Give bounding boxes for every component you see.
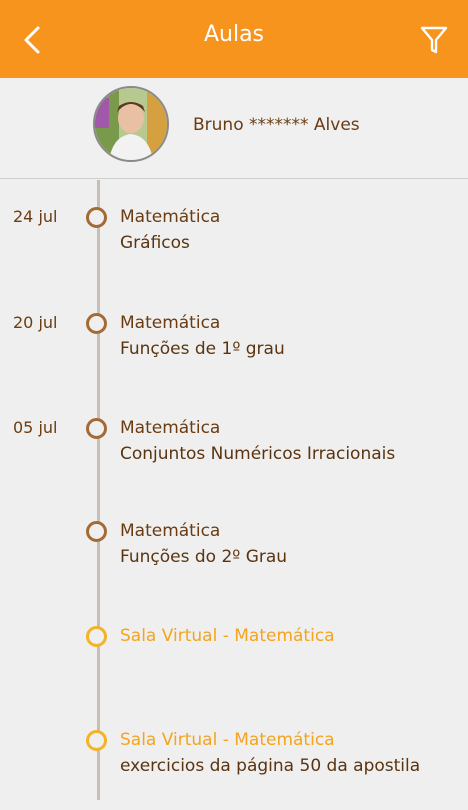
- lesson-date: 05 jul: [13, 418, 58, 437]
- timeline-dot-icon: [86, 521, 107, 542]
- lesson-item[interactable]: 05 jul Matemática Conjuntos Numéricos Ir…: [0, 418, 468, 498]
- timeline-dot-icon: [86, 730, 107, 751]
- avatar: [93, 86, 169, 162]
- timeline-dot-icon: [86, 207, 107, 228]
- timeline-dot-icon: [86, 418, 107, 439]
- lesson-subject: Sala Virtual - Matemática: [120, 626, 335, 646]
- lesson-topic: Funções de 1º grau: [120, 339, 285, 359]
- timeline-dot-icon: [86, 313, 107, 334]
- lesson-subject: Matemática: [120, 521, 221, 541]
- avatar-photo-icon: [95, 88, 167, 160]
- lesson-topic: Gráficos: [120, 233, 190, 253]
- lesson-subject: Sala Virtual - Matemática: [120, 730, 335, 750]
- lesson-subject: Matemática: [120, 418, 221, 438]
- lesson-item[interactable]: Sala Virtual - Matemática exercicios da …: [0, 730, 468, 810]
- lesson-subject: Matemática: [120, 313, 221, 333]
- lesson-item[interactable]: Matemática Funções do 2º Grau: [0, 521, 468, 601]
- lesson-topic: Funções do 2º Grau: [120, 547, 288, 567]
- timeline-dot-icon: [86, 626, 107, 647]
- lesson-date: 24 jul: [13, 207, 58, 226]
- lesson-item[interactable]: 24 jul Matemática Gráficos: [0, 207, 468, 287]
- lesson-subject: Matemática: [120, 207, 221, 227]
- lesson-topic: Conjuntos Numéricos Irracionais: [120, 444, 396, 464]
- app-header: Aulas: [0, 0, 468, 78]
- lesson-date: 20 jul: [13, 313, 58, 332]
- filter-icon: [420, 26, 448, 54]
- lesson-topic: exercicios da página 50 da apostila: [120, 756, 421, 776]
- filter-button[interactable]: [416, 22, 452, 58]
- lesson-item[interactable]: Sala Virtual - Matemática: [0, 626, 468, 706]
- lesson-item[interactable]: 20 jul Matemática Funções de 1º grau: [0, 313, 468, 393]
- student-profile: Bruno ******* Alves: [0, 78, 468, 179]
- student-name: Bruno ******* Alves: [193, 115, 360, 135]
- page-title: Aulas: [203, 22, 265, 47]
